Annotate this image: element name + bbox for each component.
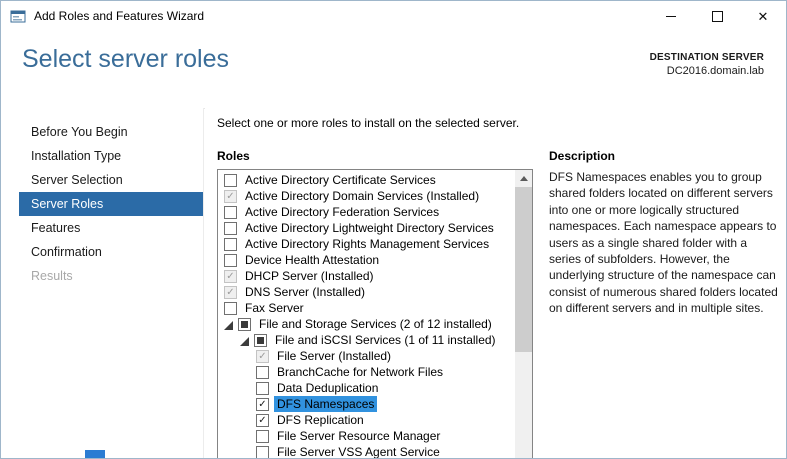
role-checkbox[interactable]: ✓	[224, 190, 237, 203]
role-row[interactable]: BranchCache for Network Files	[218, 364, 515, 380]
role-checkbox[interactable]	[224, 254, 237, 267]
role-label: File Server (Installed)	[274, 348, 394, 364]
maximize-button[interactable]	[694, 1, 740, 31]
maximize-icon	[712, 11, 723, 22]
instruction-text: Select one or more roles to install on t…	[217, 116, 519, 130]
role-label: File Server Resource Manager	[274, 428, 443, 444]
role-label: Device Health Attestation	[242, 252, 382, 268]
role-row[interactable]: ✓ DHCP Server (Installed)	[218, 268, 515, 284]
role-row[interactable]: Data Deduplication	[218, 380, 515, 396]
role-row[interactable]: Active Directory Lightweight Directory S…	[218, 220, 515, 236]
role-checkbox[interactable]	[224, 206, 237, 219]
sidebar-item-results: Results	[19, 264, 203, 288]
role-label: File Server VSS Agent Service	[274, 444, 443, 458]
role-row[interactable]: ✓ File Server (Installed)	[218, 348, 515, 364]
role-label: File and iSCSI Services (1 of 11 install…	[272, 332, 499, 348]
role-checkbox[interactable]	[254, 334, 267, 347]
role-row[interactable]: File and iSCSI Services (1 of 11 install…	[218, 332, 515, 348]
role-row[interactable]: Active Directory Certificate Services	[218, 172, 515, 188]
description-text: DFS Namespaces enables you to group shar…	[549, 169, 779, 317]
role-row[interactable]: ✓ Active Directory Domain Services (Insta…	[218, 188, 515, 204]
role-row[interactable]: Active Directory Rights Management Servi…	[218, 236, 515, 252]
role-label: Fax Server	[242, 300, 307, 316]
role-checkbox[interactable]	[256, 446, 269, 459]
scroll-up-arrow-icon	[520, 176, 528, 181]
app-icon	[10, 8, 26, 24]
role-label: Active Directory Rights Management Servi…	[242, 236, 492, 252]
role-checkbox[interactable]	[256, 366, 269, 379]
sidebar-item-server-roles[interactable]: Server Roles	[19, 192, 203, 216]
tree-expander-icon[interactable]	[238, 335, 249, 346]
close-icon: ✕	[758, 10, 769, 23]
roles-list: Active Directory Certificate Services ✓ Ac…	[218, 170, 515, 458]
window-title: Add Roles and Features Wizard	[34, 9, 204, 23]
roles-scrollbar[interactable]	[515, 170, 532, 458]
wizard-header: Select server roles DESTINATION SERVER D…	[1, 31, 786, 109]
destination-server-label: DESTINATION SERVER	[650, 52, 764, 63]
partial-check-mark	[257, 337, 264, 344]
role-row[interactable]: ✓ DFS Replication	[218, 412, 515, 428]
role-checkbox[interactable]: ✓	[256, 398, 269, 411]
role-checkbox[interactable]	[256, 382, 269, 395]
minimize-button[interactable]	[648, 1, 694, 31]
role-checkbox[interactable]	[224, 174, 237, 187]
role-label: DNS Server (Installed)	[242, 284, 368, 300]
role-checkbox[interactable]	[224, 238, 237, 251]
role-row[interactable]: File and Storage Services (2 of 12 insta…	[218, 316, 515, 332]
add-roles-wizard-window: Add Roles and Features Wizard ✕ Select s…	[0, 0, 787, 459]
partial-check-mark	[241, 321, 248, 328]
roles-label: Roles	[217, 149, 250, 163]
role-row[interactable]: ✓ DFS Namespaces	[218, 396, 515, 412]
main-content: Select one or more roles to install on t…	[205, 108, 786, 458]
description-label: Description	[549, 149, 615, 163]
role-row[interactable]: Active Directory Federation Services	[218, 204, 515, 220]
minimize-icon	[666, 16, 676, 17]
scrollbar-thumb[interactable]	[515, 187, 532, 352]
role-row[interactable]: ✓ DNS Server (Installed)	[218, 284, 515, 300]
role-row[interactable]: Device Health Attestation	[218, 252, 515, 268]
role-checkbox[interactable]	[238, 318, 251, 331]
destination-server-name: DC2016.domain.lab	[650, 65, 764, 77]
scroll-up-button[interactable]	[515, 170, 532, 187]
role-label: DFS Namespaces	[274, 396, 377, 412]
role-checkbox[interactable]: ✓	[224, 270, 237, 283]
role-checkbox[interactable]: ✓	[256, 414, 269, 427]
window-controls: ✕	[648, 1, 786, 31]
sidebar-item-server-selection[interactable]: Server Selection	[19, 168, 203, 192]
sidebar-item-installation-type[interactable]: Installation Type	[19, 144, 203, 168]
role-label: DFS Replication	[274, 412, 367, 428]
sidebar-item-confirmation[interactable]: Confirmation	[19, 240, 203, 264]
tree-expander-icon[interactable]	[222, 319, 233, 330]
roles-listbox: Active Directory Certificate Services ✓ Ac…	[217, 169, 533, 458]
role-checkbox[interactable]	[256, 430, 269, 443]
role-row[interactable]: File Server Resource Manager	[218, 428, 515, 444]
sidebar-item-before-you-begin[interactable]: Before You Begin	[19, 120, 203, 144]
role-row[interactable]: Fax Server	[218, 300, 515, 316]
page-title: Select server roles	[22, 45, 229, 74]
role-label: Active Directory Domain Services (Instal…	[242, 188, 482, 204]
role-checkbox[interactable]	[224, 302, 237, 315]
bottom-left-blue-artifact	[85, 450, 105, 459]
role-label: Active Directory Federation Services	[242, 204, 442, 220]
role-label: DHCP Server (Installed)	[242, 268, 376, 284]
sidebar-item-features[interactable]: Features	[19, 216, 203, 240]
role-label: Active Directory Certificate Services	[242, 172, 439, 188]
close-button[interactable]: ✕	[740, 1, 786, 31]
sidebar-nav: Before You BeginInstallation TypeServer …	[1, 108, 204, 458]
role-label: BranchCache for Network Files	[274, 364, 446, 380]
titlebar: Add Roles and Features Wizard ✕	[1, 1, 786, 31]
role-checkbox[interactable]	[224, 222, 237, 235]
role-checkbox[interactable]: ✓	[256, 350, 269, 363]
role-label: Active Directory Lightweight Directory S…	[242, 220, 497, 236]
role-label: Data Deduplication	[274, 380, 381, 396]
destination-server-block: DESTINATION SERVER DC2016.domain.lab	[650, 52, 764, 77]
role-checkbox[interactable]: ✓	[224, 286, 237, 299]
role-row[interactable]: File Server VSS Agent Service	[218, 444, 515, 458]
role-label: File and Storage Services (2 of 12 insta…	[256, 316, 495, 332]
